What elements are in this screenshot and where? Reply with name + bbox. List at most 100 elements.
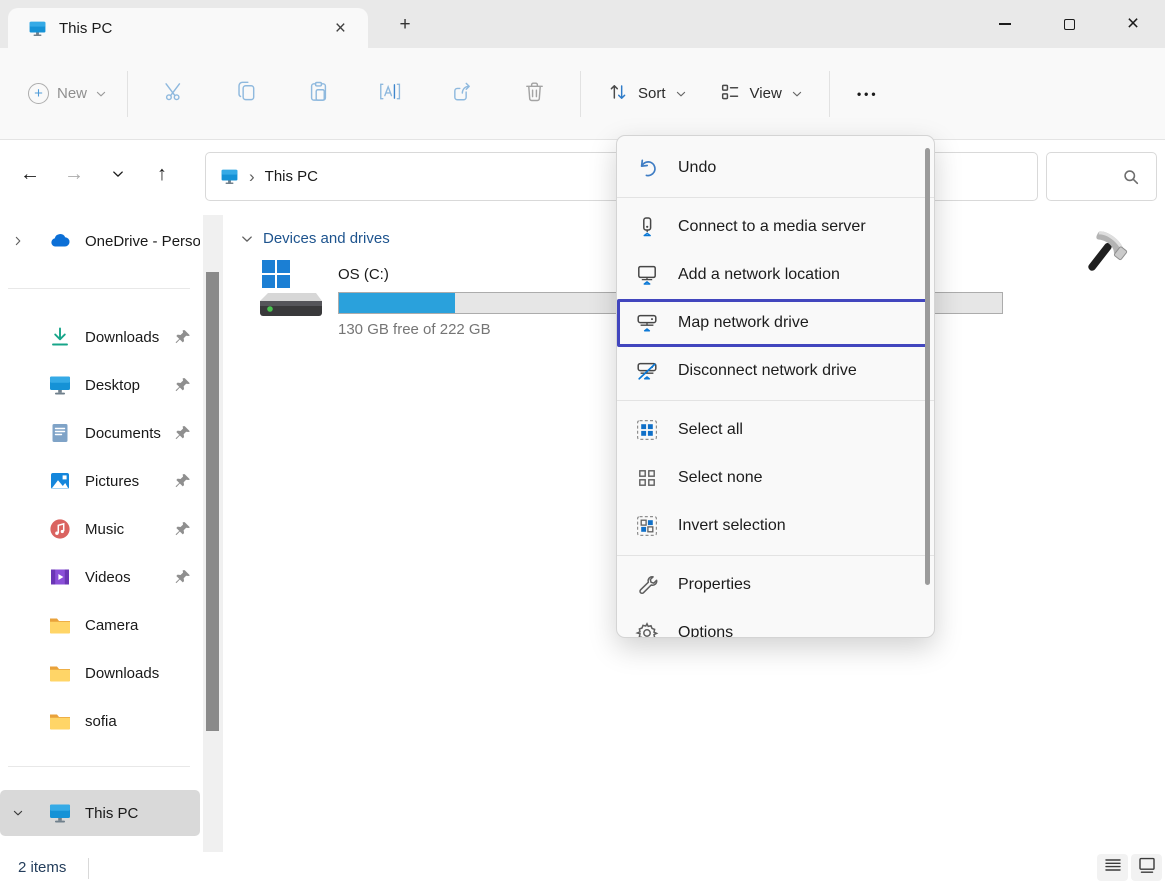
new-tab-button[interactable]: + [392, 12, 418, 38]
sidebar-divider [8, 288, 190, 289]
undo-icon [635, 156, 659, 180]
large-thumbnails-icon [1137, 855, 1157, 880]
share-button[interactable] [426, 70, 498, 118]
tab-this-pc[interactable]: This PC × [8, 8, 368, 48]
large-thumbnails-view-button[interactable] [1131, 854, 1162, 881]
group-header-devices-and-drives[interactable]: Devices and drives [240, 230, 390, 247]
new-button-label: New [57, 85, 87, 102]
folder-icon [48, 709, 72, 733]
sidebar-item-label: Videos [85, 569, 174, 586]
up-button[interactable]: ↑ [140, 152, 184, 196]
copy-button[interactable] [210, 70, 282, 118]
back-button[interactable]: ← [8, 152, 52, 196]
menu-item-disconnect-network-drive[interactable]: Disconnect network drive [617, 347, 934, 395]
paste-button[interactable] [282, 70, 354, 118]
minimize-button[interactable] [973, 0, 1037, 48]
sidebar-item-documents[interactable]: Documents [0, 414, 200, 452]
sidebar-item-label: Music [85, 521, 174, 538]
monitor-icon [48, 801, 72, 825]
status-bar: 2 items [0, 852, 1165, 885]
os-drive-icon[interactable] [256, 260, 326, 322]
chevron-down-icon[interactable] [12, 807, 38, 819]
share-icon [451, 80, 474, 108]
menu-item-undo[interactable]: Undo [617, 144, 934, 192]
sidebar-item-label: This PC [85, 805, 200, 822]
group-header-label: Devices and drives [263, 230, 390, 247]
see-more-button[interactable]: ••• [840, 70, 896, 118]
sidebar-item-pictures[interactable]: Pictures [0, 462, 200, 500]
pin-icon [174, 472, 192, 490]
paste-icon [307, 80, 330, 108]
sidebar-item-label: Documents [85, 425, 174, 442]
music-icon [48, 517, 72, 541]
view-button[interactable]: View [703, 70, 819, 118]
rename-button[interactable] [354, 70, 426, 118]
sort-button-label: Sort [638, 85, 666, 102]
sidebar-item-videos[interactable]: Videos [0, 558, 200, 596]
maximize-button[interactable] [1037, 0, 1101, 48]
sidebar-item-music[interactable]: Music [0, 510, 200, 548]
toolbar-divider [829, 71, 830, 117]
menu-item-label: Properties [678, 576, 751, 594]
chevron-right-icon[interactable] [12, 235, 38, 247]
sidebar-item-label: OneDrive - Perso [85, 233, 200, 250]
recent-locations-button[interactable] [96, 152, 140, 196]
drive-name: OS (C:) [338, 266, 389, 283]
media-server-icon [635, 215, 659, 239]
menu-item-label: Add a network location [678, 266, 840, 284]
select-none-icon [635, 466, 659, 490]
menu-item-label: Map network drive [678, 314, 809, 332]
search-box[interactable] [1046, 152, 1157, 201]
invert-selection-icon [635, 514, 659, 538]
close-button[interactable]: × [1101, 0, 1165, 48]
list-view-button[interactable] [1097, 854, 1128, 881]
menu-scrollbar-thumb[interactable] [925, 148, 930, 585]
sidebar-item-sofia[interactable]: sofia [0, 702, 200, 740]
chevron-down-icon[interactable] [240, 232, 254, 246]
sidebar-item-label: Pictures [85, 473, 174, 490]
menu-item-map-network-drive[interactable]: Map network drive [617, 299, 934, 347]
chevron-down-icon [675, 88, 687, 100]
sidebar-item-onedrive[interactable]: OneDrive - Perso [0, 222, 200, 260]
menu-item-invert-selection[interactable]: Invert selection [617, 502, 934, 550]
menu-item-select-all[interactable]: Select all [617, 406, 934, 454]
hammer-image [1074, 222, 1136, 284]
maximize-icon [1064, 19, 1075, 30]
sidebar-item-camera[interactable]: Camera [0, 606, 200, 644]
sidebar-item-downloads-folder[interactable]: Downloads [0, 654, 200, 692]
menu-item-connect-media-server[interactable]: Connect to a media server [617, 203, 934, 251]
window-controls: × [973, 0, 1165, 48]
delete-icon [523, 80, 546, 108]
chevron-down-icon [95, 88, 107, 100]
sidebar-scrollbar-track[interactable] [203, 215, 223, 852]
sidebar-item-desktop[interactable]: Desktop [0, 366, 200, 404]
search-icon [1121, 167, 1141, 192]
new-button[interactable]: + New [18, 75, 117, 112]
item-count: 2 items [18, 859, 66, 876]
sidebar-item-downloads-pinned[interactable]: Downloads [0, 318, 200, 356]
folder-icon [48, 661, 72, 685]
delete-button[interactable] [498, 70, 570, 118]
menu-item-label: Undo [678, 159, 716, 177]
monitor-icon [28, 19, 47, 38]
plus-circle-icon: + [28, 83, 49, 104]
menu-item-properties[interactable]: Properties [617, 561, 934, 609]
menu-item-select-none[interactable]: Select none [617, 454, 934, 502]
menu-divider [617, 555, 934, 556]
cut-button[interactable] [138, 70, 210, 118]
download-arrow-icon [48, 325, 72, 349]
view-icon [719, 81, 741, 107]
sort-button[interactable]: Sort [591, 70, 703, 118]
sidebar-scrollbar-thumb[interactable] [206, 272, 219, 731]
sidebar-item-label: Camera [85, 617, 200, 634]
toolbar-divider [127, 71, 128, 117]
menu-item-add-network-location[interactable]: Add a network location [617, 251, 934, 299]
sidebar-item-this-pc[interactable]: This PC [0, 790, 200, 836]
breadcrumb-separator: › [249, 167, 255, 187]
folder-icon [48, 613, 72, 637]
forward-button[interactable]: → [52, 152, 96, 196]
menu-item-options[interactable]: Options [617, 609, 934, 638]
breadcrumb-this-pc[interactable]: This PC [265, 168, 318, 185]
tab-close-icon[interactable]: × [327, 17, 354, 40]
picture-icon [48, 469, 72, 493]
